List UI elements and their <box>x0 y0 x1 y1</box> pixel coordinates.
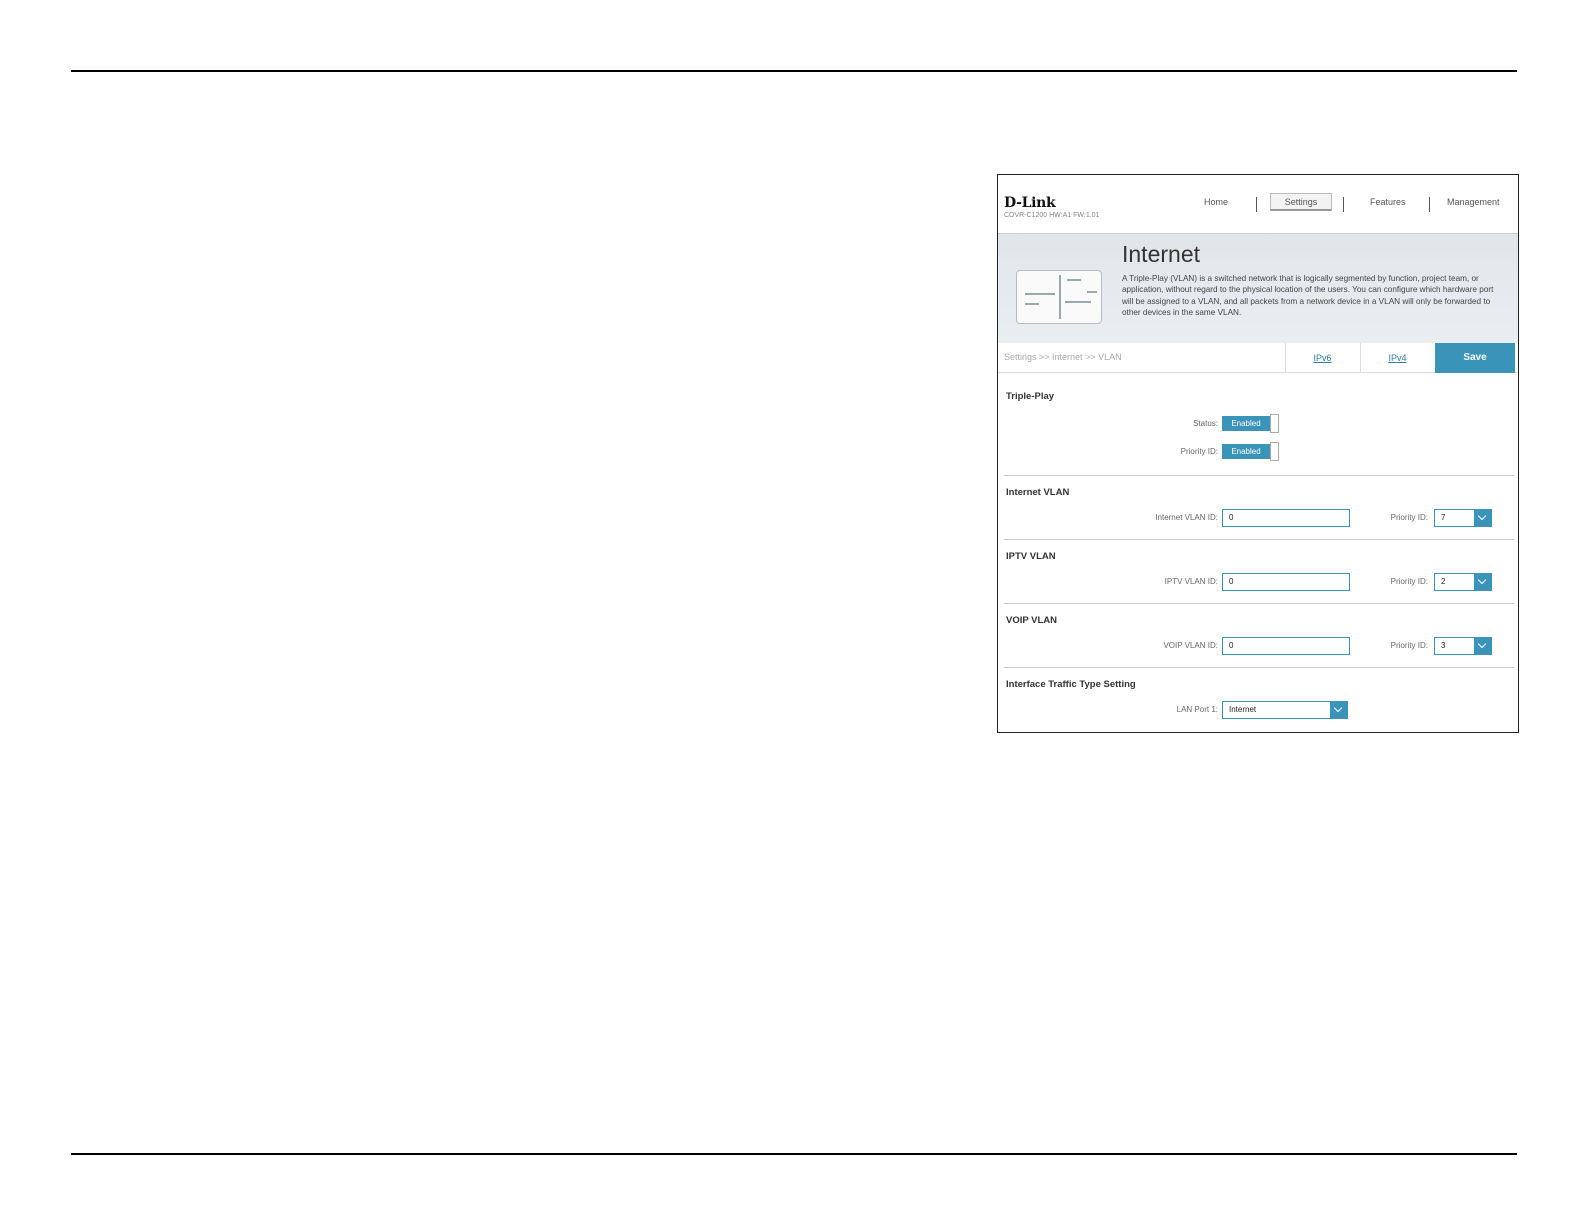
status-toggle[interactable]: Enabled <box>1222 414 1280 433</box>
nav-home[interactable]: Home <box>1204 197 1228 207</box>
nav-separator <box>1429 197 1430 212</box>
section-title-triple-play: Triple-Play <box>1006 391 1055 402</box>
internet-priority-select[interactable]: 7 <box>1434 509 1492 527</box>
section-divider <box>1004 475 1514 476</box>
dlink-logo: D-Link <box>1004 195 1056 211</box>
breadcrumb-bar: Settings >> Internet >> VLAN IPv6 IPv4 S… <box>998 343 1518 373</box>
iptv-vlan-id-input[interactable]: 0 <box>1222 573 1350 591</box>
priority-id-toggle[interactable]: Enabled <box>1222 442 1280 461</box>
lan-port-1-value: Internet <box>1229 705 1257 714</box>
toggle-knob <box>1270 414 1279 433</box>
section-divider <box>1004 603 1514 604</box>
nav-features[interactable]: Features <box>1370 197 1406 207</box>
model-info: COVR-C1200 HW:A1 FW:1.01 <box>1004 212 1100 219</box>
internet-priority-value: 7 <box>1441 513 1446 522</box>
internet-vlan-id-input[interactable]: 0 <box>1222 509 1350 527</box>
nav-management[interactable]: Management <box>1447 197 1500 207</box>
chevron-down-icon <box>1474 637 1492 655</box>
voip-vlan-id-label: VOIP VLAN ID: <box>1163 641 1218 650</box>
iptv-priority-label: Priority ID: <box>1390 577 1428 586</box>
breadcrumb: Settings >> Internet >> VLAN <box>1004 352 1122 362</box>
section-divider <box>1004 667 1514 668</box>
chevron-down-icon <box>1474 573 1492 591</box>
page-description: A Triple-Play (VLAN) is a switched netwo… <box>1122 274 1494 317</box>
bottom-rule <box>71 1153 1517 1155</box>
lan-port-1-label: LAN Port 1: <box>1176 705 1218 714</box>
router-ui-screenshot: D-Link COVR-C1200 HW:A1 FW:1.01 Home Set… <box>997 174 1519 733</box>
voip-priority-label: Priority ID: <box>1390 641 1428 650</box>
section-title-voip-vlan: VOIP VLAN <box>1006 615 1058 626</box>
priority-id-label: Priority ID: <box>1180 447 1218 456</box>
vlan-diagram-icon <box>1016 270 1102 324</box>
voip-priority-select[interactable]: 3 <box>1434 637 1492 655</box>
tab-ipv6[interactable]: IPv6 <box>1285 343 1359 373</box>
top-rule <box>71 70 1517 72</box>
tab-ipv4[interactable]: IPv4 <box>1360 343 1434 373</box>
voip-vlan-id-input[interactable]: 0 <box>1222 637 1350 655</box>
internet-vlan-id-label: Internet VLAN ID: <box>1155 513 1218 522</box>
priority-toggle-value: Enabled <box>1222 444 1270 459</box>
status-label: Status: <box>1193 419 1218 428</box>
toggle-knob <box>1270 442 1279 461</box>
chevron-down-icon <box>1474 509 1492 527</box>
chevron-down-icon <box>1330 701 1348 719</box>
nav-separator <box>1256 197 1257 212</box>
save-button[interactable]: Save <box>1435 343 1515 373</box>
iptv-priority-select[interactable]: 2 <box>1434 573 1492 591</box>
nav-separator <box>1343 197 1344 212</box>
internet-priority-label: Priority ID: <box>1390 513 1428 522</box>
voip-priority-value: 3 <box>1441 641 1446 650</box>
section-divider <box>1004 539 1514 540</box>
section-title-internet-vlan: Internet VLAN <box>1006 487 1070 498</box>
iptv-priority-value: 2 <box>1441 577 1446 586</box>
lan-port-1-select[interactable]: Internet <box>1222 701 1348 719</box>
header: D-Link COVR-C1200 HW:A1 FW:1.01 Home Set… <box>998 175 1518 233</box>
status-toggle-value: Enabled <box>1222 416 1270 431</box>
section-title-iptv-vlan: IPTV VLAN <box>1006 551 1056 562</box>
iptv-vlan-id-label: IPTV VLAN ID: <box>1164 577 1218 586</box>
section-title-interface-traffic: Interface Traffic Type Setting <box>1006 679 1136 690</box>
page-title: Internet <box>1122 241 1200 267</box>
nav-settings[interactable]: Settings <box>1270 193 1332 211</box>
